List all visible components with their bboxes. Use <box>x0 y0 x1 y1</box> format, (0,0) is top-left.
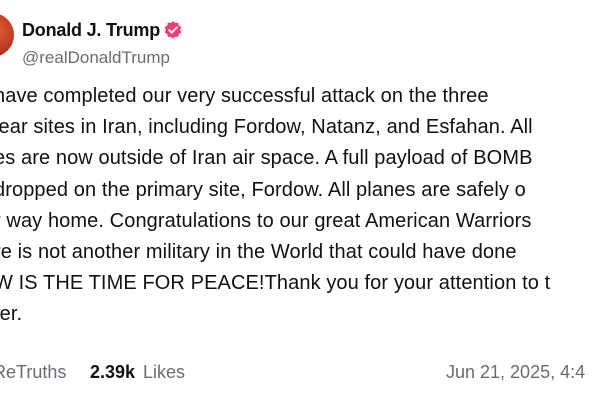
post-line: lear sites in Iran, including Fordow, Na… <box>0 116 533 139</box>
verified-badge-shape <box>164 21 182 39</box>
post-line: dropped on the primary site, Fordow. All… <box>0 178 526 201</box>
post-timestamp[interactable]: Jun 21, 2025, 4:4 <box>446 360 585 384</box>
post-line: W IS THE TIME FOR PEACE!Thank you for yo… <box>0 272 551 295</box>
post-line: re is not another military in the World … <box>0 240 517 263</box>
post-line: ter. <box>0 303 23 326</box>
verified-badge-icon <box>164 21 182 39</box>
truth-post-card: Donald J. Trump @realDonaldTrump have co… <box>0 0 600 400</box>
post-line: have completed our very successful attac… <box>0 85 489 107</box>
likes-count[interactable]: 2.39k <box>90 360 135 384</box>
post-stats-footer: ReTruths 2.39k Likes Jun 21, 2025, 4:4 <box>0 360 600 384</box>
post-line: r way home. Congratulations to our great… <box>0 209 532 232</box>
retruths-link[interactable]: ReTruths <box>0 360 66 384</box>
avatar[interactable] <box>0 13 14 57</box>
author-handle[interactable]: @realDonaldTrump <box>22 47 170 69</box>
author-display-name[interactable]: Donald J. Trump <box>22 19 160 41</box>
post-body: have completed our very successful attac… <box>0 81 600 331</box>
post-line: es are now outside of Iran air space. A … <box>0 147 533 170</box>
likes-label[interactable]: Likes <box>143 360 185 384</box>
